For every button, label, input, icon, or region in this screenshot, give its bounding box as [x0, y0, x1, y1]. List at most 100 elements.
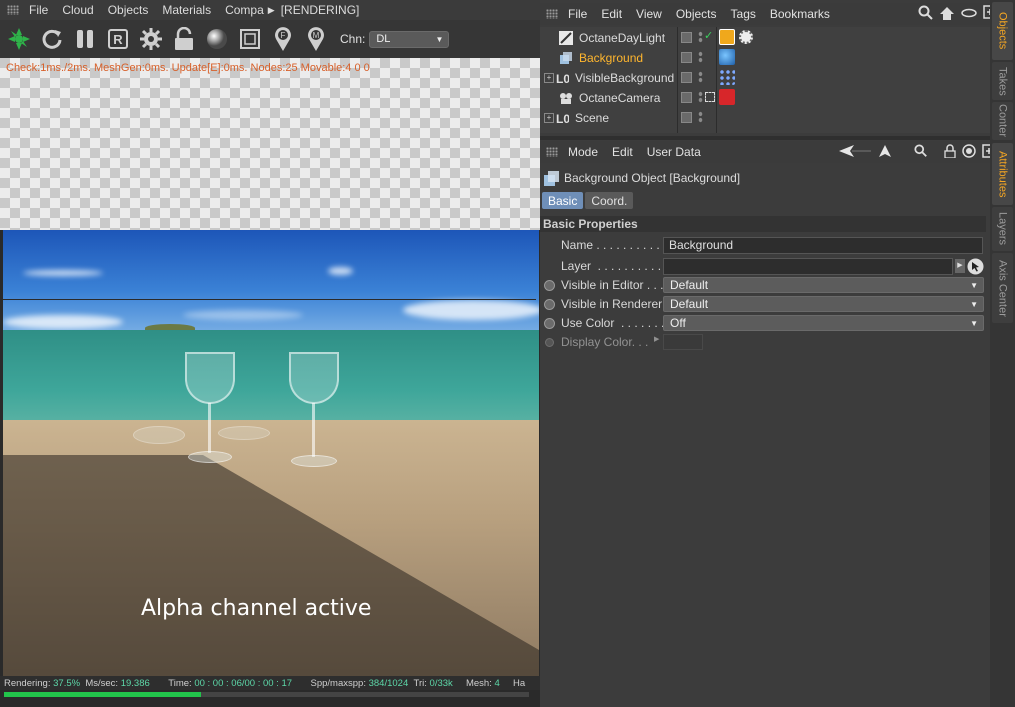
wine-glass-left	[185, 352, 235, 404]
objects-menu-tags[interactable]: Tags	[731, 7, 756, 21]
region-render-icon[interactable]: R	[105, 26, 131, 52]
material-picker-icon[interactable]: M	[303, 26, 329, 52]
sphere-material-icon[interactable]	[204, 26, 230, 52]
globe-tag-icon[interactable]	[719, 49, 735, 65]
attributes-menu-mode[interactable]: Mode	[568, 145, 598, 159]
side-tab-objects[interactable]: Objects	[992, 2, 1013, 60]
focus-picker-icon[interactable]: F	[270, 26, 296, 52]
back-arrow-icon[interactable]	[838, 144, 872, 158]
visibility-dots[interactable]	[698, 51, 703, 63]
visibility-dots[interactable]	[698, 91, 703, 103]
pick-cursor-icon[interactable]	[967, 258, 984, 275]
layer-checkbox[interactable]	[681, 32, 692, 43]
visibility-dots[interactable]	[698, 71, 703, 83]
menu-file[interactable]: File	[29, 3, 48, 17]
settings-gear-icon[interactable]	[138, 26, 164, 52]
mesh-value: 4	[494, 677, 500, 689]
camera-tag-icon[interactable]	[719, 89, 735, 105]
channel-select[interactable]: DL ▼	[369, 30, 450, 48]
sky-image	[3, 230, 539, 333]
object-name[interactable]: Background	[579, 51, 679, 65]
menu-arrow-icon[interactable]: ▶	[268, 5, 275, 16]
keyframe-radio-icon[interactable]	[544, 317, 555, 329]
object-name[interactable]: VisibleBackground	[575, 71, 685, 85]
link-icon[interactable]	[960, 5, 978, 21]
object-name[interactable]: OctaneCamera	[579, 91, 679, 105]
tri-value: 0/33k	[429, 677, 453, 689]
tab-coord[interactable]: Coord.	[585, 192, 634, 209]
layer-arrow-icon[interactable]: ▶	[955, 259, 965, 273]
lock-icon[interactable]	[944, 144, 956, 158]
layer-checkbox[interactable]	[681, 112, 692, 123]
dropdown-arrow-icon: ▼	[970, 299, 978, 309]
objects-menu-view[interactable]: View	[636, 7, 662, 21]
layer-checkbox[interactable]	[681, 92, 692, 103]
region-guide-line	[0, 299, 536, 300]
objects-menu-objects[interactable]: Objects	[676, 7, 717, 21]
prop-label: Display Color. . .	[561, 335, 649, 349]
menu-materials[interactable]: Materials	[162, 3, 211, 17]
wine-glass-right	[289, 352, 339, 404]
layer-field[interactable]	[663, 257, 953, 275]
background-object-icon	[560, 52, 572, 64]
up-arrow-icon[interactable]	[878, 144, 892, 158]
object-row-octanecamera[interactable]: OctaneCamera	[540, 88, 988, 108]
display-color-swatch	[663, 334, 703, 350]
home-icon[interactable]	[939, 5, 955, 21]
section-header: Basic Properties	[540, 216, 986, 232]
keyframe-radio-icon[interactable]	[544, 279, 555, 291]
name-field[interactable]: Background	[663, 236, 983, 254]
menu-objects[interactable]: Objects	[108, 3, 149, 17]
side-tab-content[interactable]: Conter	[992, 102, 1013, 140]
attributes-menu-userdata[interactable]: User Data	[647, 145, 701, 159]
object-row-scene[interactable]: + L0 Scene	[540, 108, 988, 128]
name-value: Background	[669, 238, 734, 252]
objects-menu-file[interactable]: File	[568, 7, 587, 21]
keyframe-radio-icon[interactable]	[544, 298, 555, 310]
object-name[interactable]: Scene	[575, 111, 675, 125]
lock-icon[interactable]	[171, 26, 197, 52]
search-icon[interactable]	[918, 5, 934, 21]
octane-logo-icon[interactable]	[6, 26, 32, 52]
search-icon[interactable]	[914, 144, 928, 158]
reload-icon[interactable]	[39, 26, 65, 52]
sun-tag-icon[interactable]	[719, 29, 735, 45]
enabled-check-icon[interactable]: ✓	[704, 29, 713, 42]
tab-basic[interactable]: Basic	[542, 192, 584, 209]
pause-icon[interactable]	[72, 26, 98, 52]
frame-icon[interactable]	[237, 26, 263, 52]
side-tab-axis-center[interactable]: Axis Center	[992, 253, 1013, 323]
expand-icon[interactable]: +	[544, 73, 554, 83]
sand-image	[3, 420, 539, 676]
objects-menu-bookmarks[interactable]: Bookmarks	[770, 7, 830, 21]
visibility-dots[interactable]	[698, 111, 703, 123]
use-color-select[interactable]: Off ▼	[663, 315, 984, 331]
side-tab-layers[interactable]: Layers	[992, 207, 1013, 251]
svg-text:L0: L0	[556, 112, 569, 125]
expand-icon[interactable]: +	[544, 113, 554, 123]
objects-menu-edit[interactable]: Edit	[601, 7, 622, 21]
managers-panel: File Edit View Objects Tags Bookmarks Oc…	[540, 0, 997, 707]
menu-compare[interactable]: Compa	[225, 3, 264, 17]
visibility-dots[interactable]	[698, 31, 703, 43]
environment-tag-icon[interactable]	[739, 30, 753, 44]
sea-image	[3, 330, 539, 430]
layer-checkbox[interactable]	[681, 72, 692, 83]
object-row-octanedaylight[interactable]: OctaneDayLight	[540, 28, 988, 48]
side-tab-attributes[interactable]: Attributes	[992, 143, 1013, 205]
layer-checkbox[interactable]	[681, 52, 692, 63]
target-icon[interactable]	[962, 144, 976, 158]
attributes-menu-edit[interactable]: Edit	[612, 145, 633, 159]
prop-label: Visible in Renderer	[561, 297, 663, 311]
null-object-icon: L0	[556, 72, 569, 85]
visible-editor-select[interactable]: Default ▼	[663, 277, 984, 293]
side-tab-takes[interactable]: Takes	[992, 62, 1013, 100]
object-row-visiblebackground[interactable]: + L0 VisibleBackground	[540, 68, 988, 88]
camera-target-icon[interactable]	[705, 92, 715, 102]
visible-renderer-select[interactable]: Default ▼	[663, 296, 984, 312]
object-name[interactable]: OctaneDayLight	[579, 31, 679, 45]
object-tag-icon[interactable]	[719, 69, 735, 85]
object-row-background[interactable]: Background	[540, 48, 988, 68]
menu-cloud[interactable]: Cloud	[62, 3, 93, 17]
tri-label: Tri:	[413, 677, 427, 689]
